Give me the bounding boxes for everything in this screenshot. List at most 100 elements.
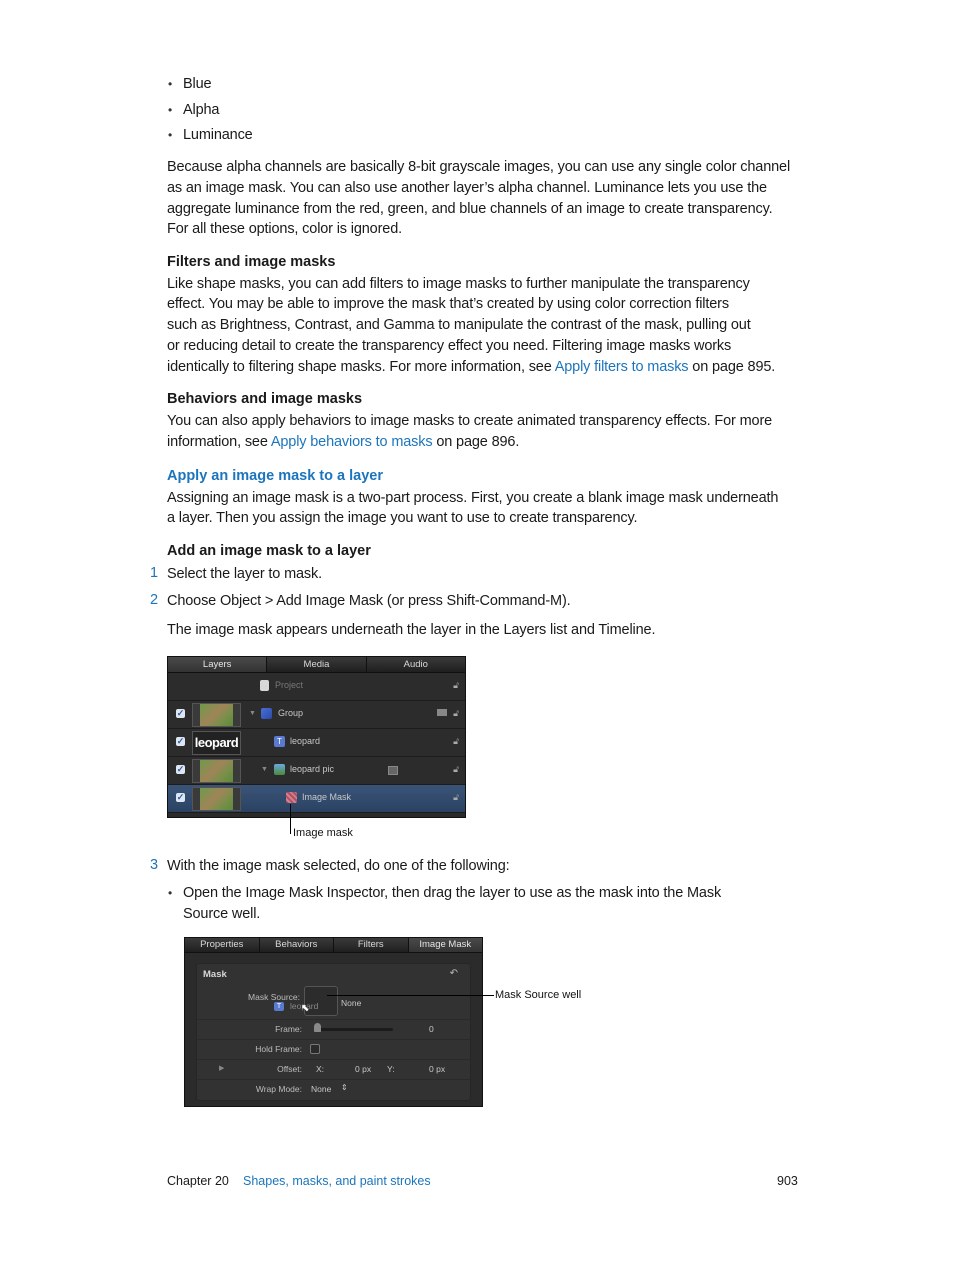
hold-frame-checkbox[interactable] <box>310 1044 320 1054</box>
hold-frame-label: Hold Frame: <box>255 1044 302 1054</box>
project-icon <box>260 680 269 691</box>
offset-x-value[interactable]: 0 px <box>355 1064 371 1074</box>
text-layer-icon: T <box>274 1002 284 1011</box>
document-page: • Blue • Alpha • Luminance Because alpha… <box>0 0 954 1265</box>
offset-row: ▶ Offset: X: 0 px Y: 0 px <box>197 1059 470 1079</box>
offset-label: Offset: <box>277 1064 302 1074</box>
disclosure-triangle-icon[interactable]: ▶ <box>219 1064 224 1072</box>
inspector-tabs: Properties Behaviors Filters Image Mask <box>185 938 482 953</box>
tab-layers[interactable]: Layers <box>168 657 268 672</box>
bullet-dot: • <box>168 103 173 117</box>
frame-value[interactable]: 0 <box>429 1024 434 1034</box>
step-1-text: Select the layer to mask. <box>167 566 323 582</box>
layer-row-image-mask[interactable]: ✓ Image Mask 🔓︎ <box>168 785 465 813</box>
filters-line-3: such as Brightness, Contrast, and Gamma … <box>167 317 751 333</box>
filters-line-5-prefix: identically to filtering shape masks. Fo… <box>167 359 555 375</box>
filters-line-5: identically to filtering shape masks. Fo… <box>167 357 775 378</box>
behaviors-line-2-suffix: on page 896. <box>432 434 520 450</box>
layers-panel-screenshot: Layers Media Audio Project 🔓︎ ✓ ▼ Group … <box>167 656 466 818</box>
task-heading: Add an image mask to a layer <box>167 543 371 559</box>
apply-line-2: a layer. Then you assign the image you w… <box>167 510 638 526</box>
tab-media[interactable]: Media <box>267 657 367 672</box>
callout-line <box>327 995 494 996</box>
apply-behaviors-to-masks-link[interactable]: Apply behaviors to masks <box>271 434 433 450</box>
behaviors-heading: Behaviors and image masks <box>167 391 363 407</box>
wrap-mode-label: Wrap Mode: <box>255 1084 302 1094</box>
wrap-mode-row: Wrap Mode: None ⇕ <box>197 1079 470 1099</box>
apply-line-1: Assigning an image mask is a two-part pr… <box>167 490 779 506</box>
tab-image-mask[interactable]: Image Mask <box>408 938 482 952</box>
lock-icon[interactable]: 🔓︎ <box>453 764 459 775</box>
bullet-item-blue: Blue <box>183 76 212 92</box>
frame-row: Frame: 0 <box>197 1019 470 1039</box>
mask-group-title: Mask <box>203 969 227 980</box>
apply-section-heading: Apply an image mask to a layer <box>167 468 383 484</box>
disclosure-triangle-icon[interactable]: ▼ <box>261 766 268 773</box>
layer-enable-checkbox[interactable]: ✓ <box>176 737 185 746</box>
hold-frame-row: Hold Frame: <box>197 1039 470 1059</box>
offset-x-label: X: <box>316 1064 325 1074</box>
layer-row-project[interactable]: Project 🔓︎ <box>168 673 465 701</box>
step-2-result: The image mask appears underneath the la… <box>167 622 656 638</box>
step-2-text: Choose Object > Add Image Mask (or press… <box>167 593 571 609</box>
group-icon <box>261 708 272 719</box>
intro-line-2: as an image mask. You can also use anoth… <box>167 180 767 196</box>
frame-slider-knob[interactable] <box>314 1023 321 1032</box>
layer-name: Image Mask <box>302 792 352 802</box>
lock-icon[interactable]: 🔓︎ <box>453 736 459 747</box>
layer-row-leopard-pic[interactable]: ✓ ▼ leopard pic 🔓︎ <box>168 757 465 785</box>
tab-filters[interactable]: Filters <box>334 938 409 952</box>
bullet-item-luminance: Luminance <box>183 127 253 143</box>
tab-behaviors[interactable]: Behaviors <box>260 938 334 952</box>
filters-line-2: effect. You may be able to improve the m… <box>167 296 729 312</box>
layer-name: Project <box>275 680 304 690</box>
intro-line-1: Because alpha channels are basically 8-b… <box>167 159 791 175</box>
behaviors-line-1: You can also apply behaviors to image ma… <box>167 413 773 429</box>
layer-enable-checkbox[interactable]: ✓ <box>176 709 185 718</box>
text-layer-icon: T <box>274 736 285 747</box>
layer-row-group[interactable]: ✓ ▼ Group 🔓︎ <box>168 701 465 729</box>
mask-source-well-callout: Mask Source well <box>495 989 582 1001</box>
tab-properties[interactable]: Properties <box>185 938 260 952</box>
footer-chapter-title-link[interactable]: Shapes, masks, and paint strokes <box>243 1174 431 1188</box>
mask-toggle-icon[interactable] <box>388 766 398 775</box>
wrap-mode-select[interactable]: None <box>311 1084 331 1094</box>
step-number-2: 2 <box>150 592 159 608</box>
layer-row-leopard[interactable]: ✓ leopard T leopard 🔓︎ <box>168 729 465 757</box>
lock-icon[interactable]: 🔓︎ <box>453 708 459 719</box>
isolate-icon[interactable] <box>437 709 447 716</box>
tab-audio[interactable]: Audio <box>367 657 465 672</box>
lock-icon[interactable]: 🔓︎ <box>453 792 459 803</box>
stepper-arrows-icon[interactable]: ⇕ <box>341 1083 348 1092</box>
mask-source-value: None <box>341 998 362 1008</box>
layer-enable-checkbox[interactable]: ✓ <box>176 793 185 802</box>
layer-thumbnail: leopard <box>192 731 241 755</box>
image-mask-icon <box>286 792 297 803</box>
reset-icon[interactable]: ↶ <box>450 968 458 979</box>
layer-enable-checkbox[interactable]: ✓ <box>176 765 185 774</box>
layers-panel-tabs: Layers Media Audio <box>168 657 465 673</box>
step-3-bullet-line-2: Source well. <box>183 906 261 922</box>
image-mask-inspector-screenshot: Properties Behaviors Filters Image Mask … <box>184 937 483 1107</box>
intro-line-3: aggregate luminance from the red, green,… <box>167 201 773 217</box>
layer-thumbnail <box>192 703 241 727</box>
offset-y-label: Y: <box>387 1064 395 1074</box>
layer-thumbnail <box>192 759 241 783</box>
behaviors-line-2-prefix: information, see <box>167 434 271 450</box>
image-layer-icon <box>274 764 285 775</box>
intro-line-4: For all these options, color is ignored. <box>167 221 402 237</box>
footer-chapter: Chapter 20 <box>167 1174 229 1188</box>
mask-parameter-group: Mask ↶ Mask Source: T leopard ⬉ None Fra… <box>196 963 471 1101</box>
lock-icon[interactable]: 🔓︎ <box>453 680 459 691</box>
behaviors-line-2: information, see Apply behaviors to mask… <box>167 432 519 453</box>
page-number: 903 <box>777 1174 798 1188</box>
disclosure-triangle-icon[interactable]: ▼ <box>249 710 256 717</box>
layer-name: leopard <box>290 736 321 746</box>
apply-filters-to-masks-link[interactable]: Apply filters to masks <box>555 359 689 375</box>
layer-name: Group <box>278 708 304 718</box>
bullet-dot: • <box>168 128 173 142</box>
frame-label: Frame: <box>275 1024 302 1034</box>
step-3-text: With the image mask selected, do one of … <box>167 858 510 874</box>
frame-slider-track[interactable] <box>319 1028 393 1031</box>
offset-y-value[interactable]: 0 px <box>429 1064 445 1074</box>
